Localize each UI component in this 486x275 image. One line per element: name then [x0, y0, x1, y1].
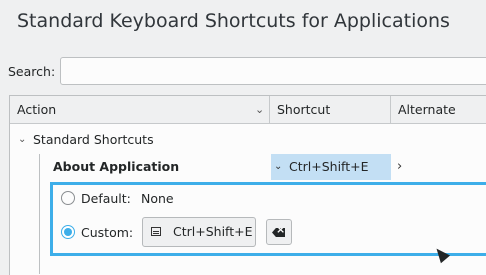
sort-chevron-icon: ⌄	[255, 103, 265, 116]
chevron-down-icon[interactable]: ⌄	[18, 127, 26, 153]
shortcut-cell[interactable]: Ctrl+Shift+E	[271, 154, 391, 180]
default-label: Default:	[81, 191, 131, 206]
key-sequence-value: Ctrl+Shift+E	[173, 224, 253, 239]
column-header-alternate[interactable]: Alternate	[391, 96, 486, 123]
search-input[interactable]	[60, 57, 486, 85]
custom-label: Custom:	[81, 225, 134, 240]
table-header: Action ⌄ Shortcut Alternate	[10, 96, 486, 124]
column-header-shortcut[interactable]: Shortcut	[270, 96, 391, 123]
column-header-action[interactable]: Action	[10, 96, 269, 123]
tree-group-label: Standard Shortcuts	[33, 132, 154, 147]
clear-shortcut-button[interactable]	[266, 219, 292, 245]
keyboard-icon	[151, 227, 161, 236]
default-radio[interactable]	[61, 191, 75, 205]
tree-group-standard-shortcuts[interactable]: ⌄ Standard Shortcuts	[10, 127, 486, 153]
custom-radio[interactable]	[61, 225, 75, 239]
search-label: Search:	[8, 64, 56, 79]
default-value: None	[141, 191, 174, 206]
shortcut-value: Ctrl+Shift+E	[289, 159, 369, 174]
chevron-down-icon: ⌄	[274, 161, 283, 172]
key-sequence-button[interactable]: Ctrl+Shift+E	[142, 217, 256, 247]
backspace-icon	[272, 228, 285, 237]
shortcut-editor-panel: Default: None Custom: Ctrl+Shift+E	[50, 182, 486, 256]
page-title: Standard Keyboard Shortcuts for Applicat…	[17, 10, 450, 32]
table-row[interactable]: About Application Ctrl+Shift+E ⌄ ›	[10, 154, 486, 180]
action-name: About Application	[53, 159, 180, 174]
shortcuts-table: Action ⌄ Shortcut Alternate ⌄ Standard S…	[9, 95, 486, 275]
chevron-right-icon[interactable]: ›	[397, 154, 402, 180]
